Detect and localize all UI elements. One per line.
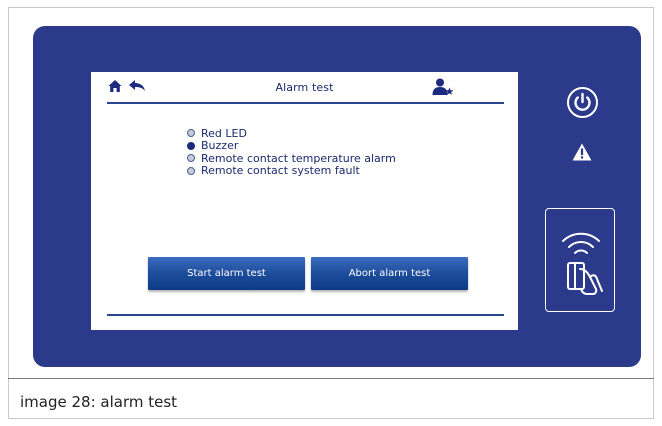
option-label: Buzzer [201, 139, 239, 153]
rfid-reader[interactable] [545, 208, 615, 312]
option-label: Remote contact system fault [201, 164, 360, 178]
figure-caption: image 28: alarm test [20, 393, 178, 411]
radio-button[interactable] [187, 154, 195, 163]
rfid-card-reader-icon [562, 232, 603, 295]
radio-button[interactable] [187, 129, 195, 138]
option-remote-system-fault[interactable]: Remote contact system fault [187, 164, 396, 178]
header-divider [107, 102, 504, 104]
radio-button[interactable] [187, 166, 195, 175]
start-alarm-test-button[interactable]: Start alarm test [148, 257, 305, 290]
footer-divider [107, 314, 504, 316]
top-bar: Alarm test [91, 72, 518, 102]
option-label: Remote contact temperature alarm [201, 151, 396, 165]
touchscreen: Alarm test Red LED Buzzer Remote contact… [91, 72, 518, 330]
power-icon[interactable] [566, 86, 599, 119]
warning-icon [572, 143, 592, 161]
caption-rule [8, 378, 654, 379]
option-remote-temperature[interactable]: Remote contact temperature alarm [187, 152, 396, 165]
user-star-icon[interactable] [432, 78, 454, 96]
abort-alarm-test-button[interactable]: Abort alarm test [311, 257, 468, 290]
alarm-options-list: Red LED Buzzer Remote contact temperatur… [187, 127, 396, 177]
option-red-led[interactable]: Red LED [187, 127, 396, 140]
option-buzzer[interactable]: Buzzer [187, 139, 396, 153]
radio-button-selected[interactable] [187, 141, 195, 150]
option-label: Red LED [201, 126, 247, 140]
